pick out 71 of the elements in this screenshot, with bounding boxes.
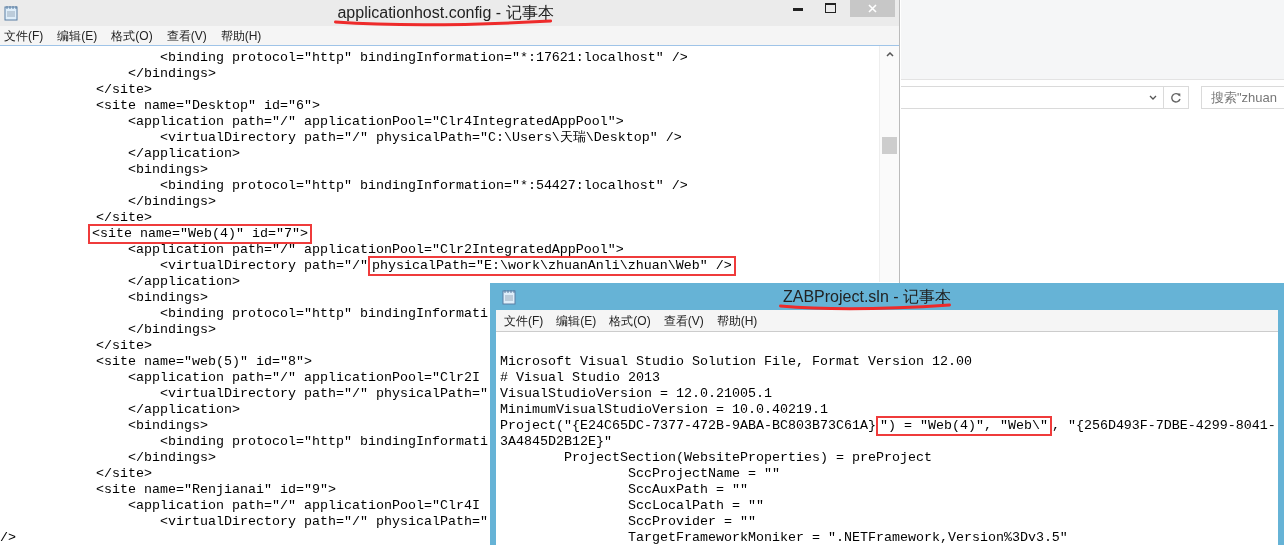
code-line: <binding protocol="http" bindingInformation="*:54427:localhost" /> (158, 178, 688, 194)
code-line: </site> (94, 210, 152, 226)
refresh-button[interactable] (1164, 86, 1189, 109)
code-line: </bindings> (126, 322, 216, 338)
code-line: <site name="Desktop" id="6"> (94, 98, 320, 114)
menu-item[interactable]: 文件(F) (4, 26, 44, 45)
code-line: /> (0, 530, 16, 545)
code-line: <binding protocol="http" bindingInformati (158, 434, 488, 450)
chevron-down-icon (1149, 95, 1157, 100)
menu-item[interactable]: 文件(F) (504, 311, 544, 330)
code-line: <bindings> (126, 162, 208, 178)
code-line: SccLocalPath = "" (626, 498, 764, 514)
code-line: </site> (94, 82, 152, 98)
code-line: TargetFrameworkMoniker = ".NETFramework,Version%3Dv3.5" (626, 530, 1068, 545)
code-line: <application path="/" applicationPool="Clr4IntegratedAppPool"> (126, 114, 624, 130)
close-icon (868, 4, 877, 13)
code-line: <virtualDirectory path="/" (158, 258, 368, 274)
menu-item[interactable]: 编辑(E) (57, 26, 98, 45)
code-line: <application path="/" applicationPool="Clr2IntegratedAppPool"> (126, 242, 624, 258)
code-line: SccAuxPath = "" (626, 482, 748, 498)
code-line: </site> (94, 338, 152, 354)
menu-item[interactable]: 查看(V) (663, 311, 704, 330)
code-line: # Visual Studio 2013 (500, 370, 660, 386)
window-title: applicationhost.config - 记事本 (337, 4, 554, 21)
maximize-button[interactable] (825, 3, 836, 13)
minimize-button[interactable] (793, 8, 803, 12)
code-line: SccProvider = "" (626, 514, 756, 530)
scroll-up-icon[interactable] (885, 52, 894, 57)
code-line: <virtualDirectory path="/" physicalPath="C:\Users\天瑞\Desktop" /> (158, 130, 682, 146)
menu-item[interactable]: 格式(O) (111, 26, 153, 45)
code-line: , "{256D493F-7DBE-4299-8041- (1051, 418, 1276, 434)
scroll-thumb[interactable] (882, 137, 897, 154)
menu-item[interactable]: 帮助(H) (716, 311, 758, 330)
code-line: <binding protocol="http" bindingInformati (158, 306, 488, 322)
code-line: 3A4845D2B12E}" (500, 434, 612, 450)
code-line: Microsoft Visual Studio Solution File, Format Version 12.00 (500, 354, 972, 370)
menu-item[interactable]: 编辑(E) (556, 311, 597, 330)
highlighted-code: <site name="Web(4)" id="7"> (88, 224, 312, 244)
menu-item[interactable]: 查看(V) (166, 26, 207, 45)
code-line: <bindings> (126, 418, 208, 434)
code-line: </site> (94, 466, 152, 482)
window-title: ZABProject.sln - 记事本 (783, 287, 951, 305)
highlighted-code: ") = "Web(4)", "Web\" (875, 416, 1052, 436)
code-line: <application path="/" applicationPool="Clr2I (126, 370, 480, 386)
code-line: SccProjectName = "" (626, 466, 780, 482)
highlighted-code: physicalPath="E:\work\zhuanAnli\zhuan\Web" /> (367, 256, 736, 276)
code-line: VisualStudioVersion = 12.0.21005.1 (500, 386, 772, 402)
code-line: Project("{E24C65DC-7377-472B-9ABA-BC803B73C61A} (500, 418, 876, 434)
code-line: <application path="/" applicationPool="Clr4I (126, 498, 480, 514)
code-line: </bindings> (126, 194, 216, 210)
scrollbar[interactable] (879, 46, 899, 282)
code-line: <bindings> (126, 290, 208, 306)
code-line: <virtualDirectory path="/" physicalPath=" (158, 514, 488, 530)
notepad-icon (4, 5, 18, 21)
code-line: <site name="Renjianai" id="9"> (94, 482, 336, 498)
code-line: </bindings> (126, 450, 216, 466)
menu-item[interactable]: 格式(O) (609, 311, 651, 330)
search-field[interactable]: 搜索"zhuan (1201, 86, 1284, 109)
code-line: </application> (126, 146, 240, 162)
code-line: </application> (126, 274, 240, 290)
code-line: <virtualDirectory path="/" physicalPath=" (158, 386, 488, 402)
code-line: </application> (126, 402, 240, 418)
code-line: ProjectSection(WebsiteProperties) = preProject (563, 450, 932, 466)
address-field[interactable] (901, 86, 1164, 109)
refresh-icon (1170, 91, 1182, 104)
menu-item[interactable]: 帮助(H) (220, 26, 262, 45)
code-line: <binding protocol="http" bindingInformation="*:17621:localhost" /> (158, 50, 688, 66)
code-line: MinimumVisualStudioVersion = 10.0.40219.1 (500, 402, 828, 418)
notepad-icon (502, 288, 516, 305)
code-line: </bindings> (126, 66, 216, 82)
code-line: <site name="web(5)" id="8"> (94, 354, 312, 370)
